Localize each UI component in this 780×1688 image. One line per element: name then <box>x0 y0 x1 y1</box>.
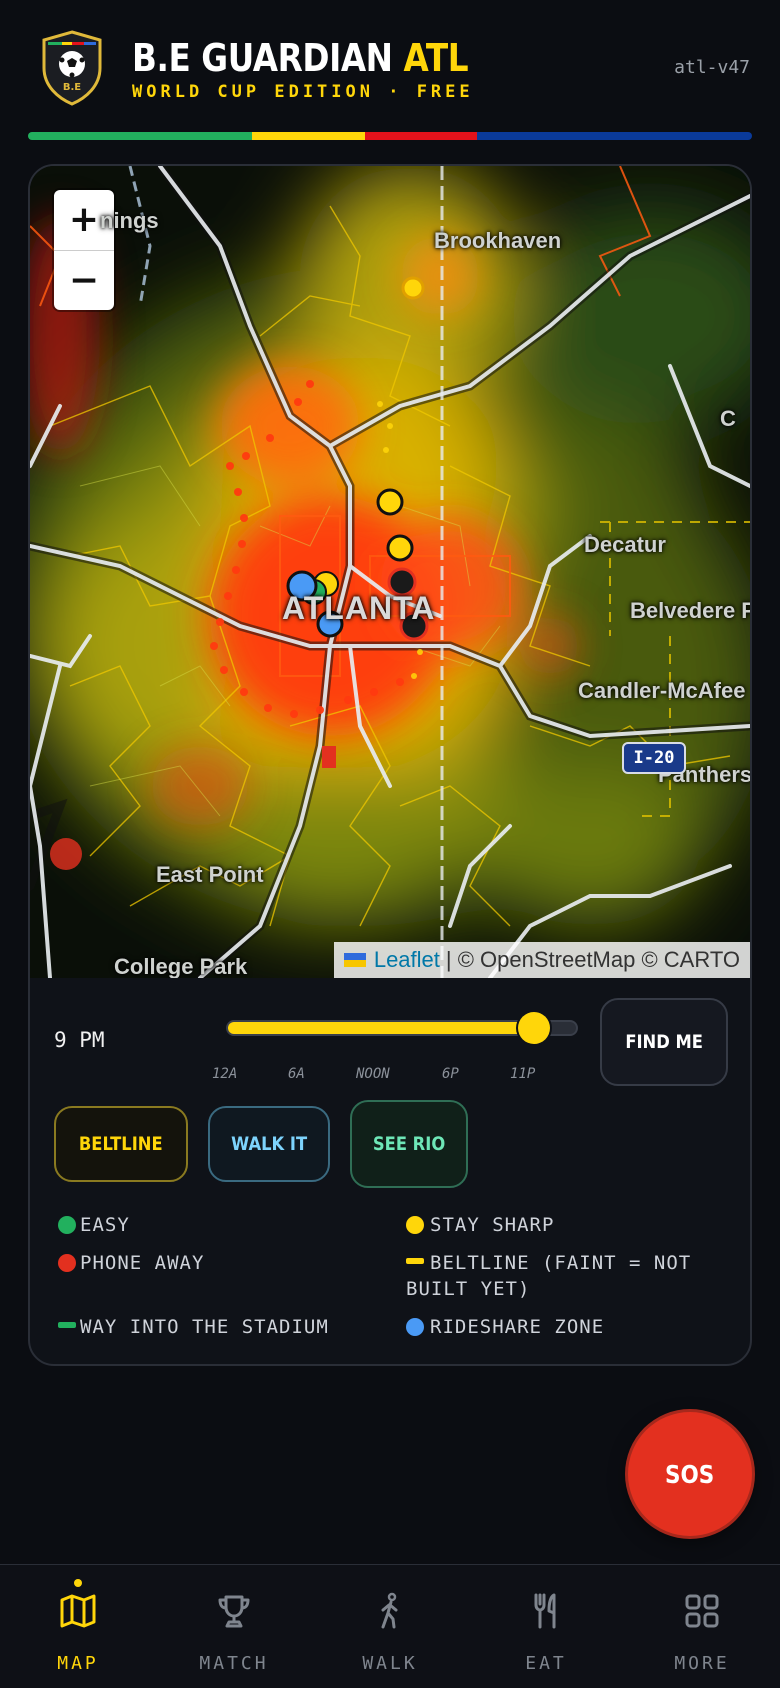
bottom-nav: MAP MATCH WALK EAT MORE <box>0 1564 780 1688</box>
safety-heatmap[interactable]: + − nings Brookhaven C Decatur Belvedere… <box>30 166 750 978</box>
nav-label: MATCH <box>199 1653 269 1674</box>
time-tick: 6P <box>442 1066 459 1082</box>
map-label-east-point: East Point <box>156 862 264 887</box>
nav-walk[interactable]: WALK <box>312 1565 468 1688</box>
beltline-button[interactable]: BELTLINE <box>54 1106 188 1182</box>
legend-dot-rideshare <box>406 1318 424 1336</box>
legend-stay-sharp: STAY SHARP <box>430 1214 555 1236</box>
legend-stadium-way: WAY INTO THE STADIUM <box>80 1316 329 1338</box>
legend-easy: EASY <box>80 1214 130 1236</box>
grid-icon <box>685 1594 719 1628</box>
nav-label: EAT <box>525 1653 567 1674</box>
legend-dash-beltline <box>406 1258 424 1264</box>
version-label: atl-v47 <box>674 57 750 78</box>
legend-beltline: BELTLINE (FAINT = NOT <box>430 1252 692 1274</box>
sos-button[interactable]: SOS <box>628 1412 752 1536</box>
nav-eat[interactable]: EAT <box>468 1565 624 1688</box>
legend-dash-stadium <box>58 1322 76 1328</box>
find-me-button[interactable]: FIND ME <box>600 998 728 1086</box>
walk-it-button[interactable]: WALK IT <box>208 1106 330 1182</box>
time-slider-fill <box>228 1022 535 1034</box>
color-stripe <box>28 132 752 140</box>
see-rio-button[interactable]: SEE RIO <box>350 1100 468 1188</box>
map-label-belvedere: Belvedere P <box>630 598 750 623</box>
time-tick: 11P <box>510 1066 536 1082</box>
leaflet-link[interactable]: Leaflet <box>374 947 440 973</box>
map-label-brookhaven: Brookhaven <box>434 228 562 253</box>
active-indicator <box>74 1579 82 1587</box>
legend-phone-away: PHONE AWAY <box>80 1252 205 1274</box>
map-icon <box>60 1594 96 1628</box>
nav-match[interactable]: MATCH <box>156 1565 312 1688</box>
legend-dot-easy <box>58 1216 76 1234</box>
map-label-decatur: Decatur <box>584 532 666 557</box>
map-label-college-park: College Park <box>114 954 248 978</box>
zoom-out-button[interactable]: − <box>54 250 114 310</box>
map-label-edge: C <box>720 406 736 431</box>
legend-rideshare: RIDESHARE ZONE <box>430 1316 605 1338</box>
app-title-accent: ATL <box>403 36 469 80</box>
svg-text:B.E: B.E <box>63 82 81 93</box>
time-slider-thumb[interactable] <box>518 1012 551 1044</box>
map-label-jennings: nings <box>100 208 159 233</box>
nav-label: MAP <box>57 1653 99 1674</box>
highway-shield-i20: I-20 <box>622 742 686 774</box>
nav-label: MORE <box>674 1653 730 1674</box>
trophy-icon <box>218 1595 250 1628</box>
map-label-candler: Candler-McAfee <box>578 678 746 703</box>
map-label-atlanta: ATLANTA <box>282 590 436 626</box>
time-slider[interactable] <box>226 1012 578 1044</box>
nav-map[interactable]: MAP <box>0 1565 156 1688</box>
map-card: + − nings Brookhaven C Decatur Belvedere… <box>28 164 752 1366</box>
nav-more[interactable]: MORE <box>624 1565 780 1688</box>
legend-beltline-cont: BUILT YET) <box>406 1278 531 1300</box>
app-title: B.E GUARDIAN ATL <box>132 36 469 80</box>
legend-dot-phone-away <box>58 1254 76 1272</box>
attribution-text: | © OpenStreetMap © CARTO <box>445 947 740 972</box>
ukraine-flag-icon <box>343 953 366 967</box>
legend-dot-stay-sharp <box>406 1216 424 1234</box>
shield-logo-icon: B.E <box>42 30 102 106</box>
fork-knife-icon <box>534 1593 556 1629</box>
walking-person-icon <box>381 1592 398 1629</box>
heatmap-layer <box>30 166 750 978</box>
time-tick: 12A <box>212 1066 238 1082</box>
app-subtitle: WORLD CUP EDITION · FREE <box>132 82 474 102</box>
time-tick: 6A <box>288 1066 305 1082</box>
map-attribution: Leaflet | © OpenStreetMap © CARTO <box>333 942 750 978</box>
nav-label: WALK <box>362 1653 418 1674</box>
time-tick: NOON <box>356 1066 390 1082</box>
app-header: B.E B.E GUARDIAN ATL WORLD CUP EDITION ·… <box>0 0 780 140</box>
time-readout: 9 PM <box>54 1028 105 1052</box>
